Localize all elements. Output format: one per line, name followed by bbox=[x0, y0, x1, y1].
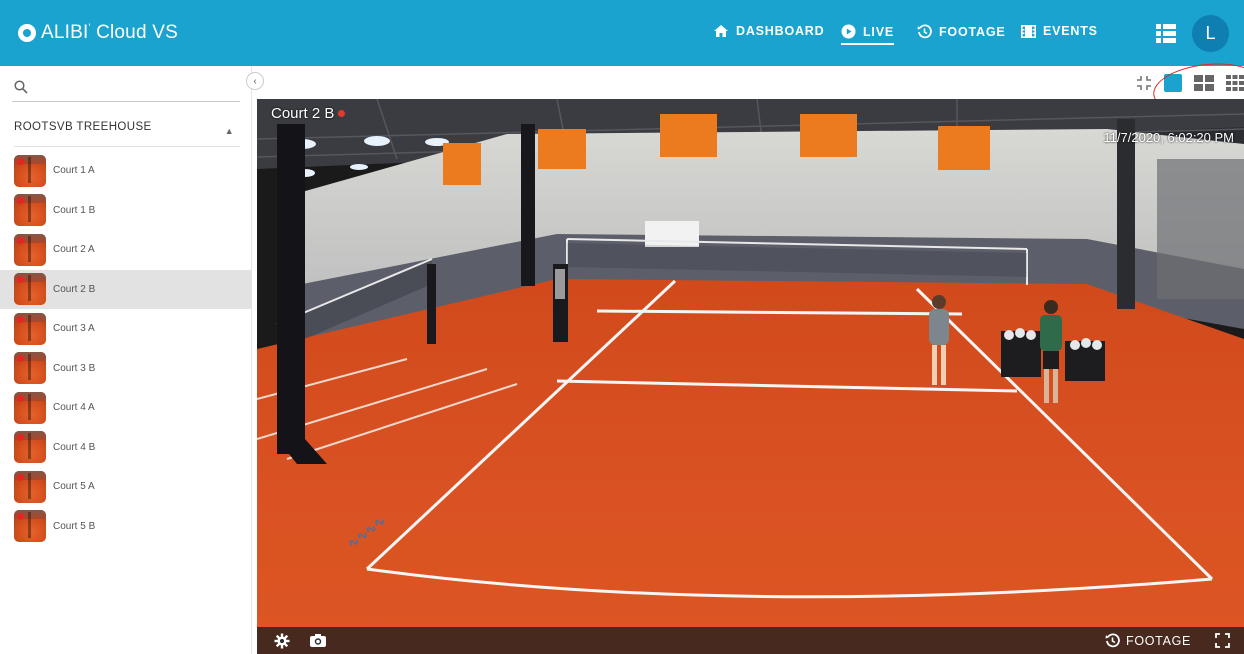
history-icon bbox=[1105, 633, 1120, 648]
camera-item-court-5b[interactable]: Court 5 B bbox=[0, 507, 252, 547]
user-avatar[interactable]: L bbox=[1192, 15, 1229, 52]
footage-button-label: FOOTAGE bbox=[1126, 633, 1192, 648]
camera-label: Court 3 A bbox=[53, 323, 95, 335]
camera-list: Court 1 A Court 1 B Court 2 A Court 2 B … bbox=[0, 151, 252, 546]
camera-thumbnail bbox=[14, 233, 46, 266]
play-circle-icon bbox=[841, 24, 856, 39]
settings-button[interactable] bbox=[274, 633, 290, 654]
camera-thumbnail bbox=[14, 431, 46, 464]
camera-item-court-1b[interactable]: Court 1 B bbox=[0, 191, 252, 231]
recording-dot-icon bbox=[17, 236, 24, 244]
search-icon bbox=[14, 80, 28, 94]
nav-dashboard-label: DASHBOARD bbox=[736, 24, 825, 38]
camera-thumbnail bbox=[14, 352, 46, 385]
video-timestamp: 11/7/2020, 6:02:20 PM bbox=[1103, 130, 1234, 145]
recording-dot-icon bbox=[17, 157, 24, 165]
camera-thumbnail bbox=[14, 273, 46, 306]
camera-item-court-1a[interactable]: Court 1 A bbox=[0, 151, 252, 191]
court-camera-feed: ∿∿∿∿ bbox=[257, 99, 1244, 654]
caret-up-icon: ▲ bbox=[224, 126, 234, 136]
camera-thumbnail bbox=[14, 154, 46, 187]
camera-label: Court 1 B bbox=[53, 204, 96, 216]
recording-dot-icon bbox=[17, 197, 24, 205]
fullscreen-button[interactable] bbox=[1215, 633, 1230, 653]
video-camera-title: Court 2 B bbox=[271, 105, 346, 122]
camera-sidebar: ROOTSVB TREEHOUSE ▲ Court 1 A Court 1 B … bbox=[0, 66, 252, 654]
camera-thumbnail bbox=[14, 391, 46, 424]
camera-title-text: Court 2 B bbox=[271, 105, 335, 122]
collapse-sidebar-button[interactable]: ‹ bbox=[246, 72, 264, 90]
history-icon bbox=[917, 24, 932, 39]
nav-live[interactable]: LIVE bbox=[841, 18, 894, 45]
camera-label: Court 4 A bbox=[53, 402, 95, 414]
nav-live-label: LIVE bbox=[863, 24, 894, 39]
exit-fullscreen-button[interactable] bbox=[1136, 75, 1152, 91]
camera-item-court-3b[interactable]: Court 3 B bbox=[0, 349, 252, 389]
search-box bbox=[12, 76, 240, 102]
camera-icon bbox=[310, 634, 326, 647]
nav-events-label: EVENTS bbox=[1043, 24, 1098, 38]
camera-thumbnail bbox=[14, 510, 46, 543]
camera-item-court-3a[interactable]: Court 3 A bbox=[0, 309, 252, 349]
nav-footage[interactable]: FOOTAGE bbox=[917, 24, 1005, 39]
nav-events[interactable]: EVENTS bbox=[1021, 24, 1098, 38]
chevron-left-icon: ‹ bbox=[253, 75, 257, 87]
snapshot-button[interactable] bbox=[309, 633, 327, 653]
camera-label: Court 5 A bbox=[53, 481, 95, 493]
camera-item-court-4b[interactable]: Court 4 B bbox=[0, 428, 252, 468]
gear-icon bbox=[274, 633, 290, 649]
recording-dot-icon bbox=[17, 315, 24, 323]
search-input[interactable] bbox=[34, 78, 234, 98]
video-control-bar: FOOTAGE bbox=[257, 627, 1244, 654]
recording-indicator-icon bbox=[338, 110, 346, 117]
nav-footage-label: FOOTAGE bbox=[939, 24, 1006, 39]
brand-logo[interactable]: ALIBI' Cloud VS bbox=[18, 22, 178, 44]
recording-dot-icon bbox=[17, 355, 24, 363]
camera-label: Court 4 B bbox=[53, 441, 96, 453]
top-bar: ALIBI' Cloud VS DASHBOARD LIVE FOOTAGE E… bbox=[0, 0, 1244, 66]
camera-group-name: ROOTSVB TREEHOUSE bbox=[14, 121, 152, 133]
recording-dot-icon bbox=[17, 394, 24, 402]
camera-item-court-2a[interactable]: Court 2 A bbox=[0, 230, 252, 270]
camera-label: Court 5 B bbox=[53, 520, 96, 532]
camera-thumbnail bbox=[14, 194, 46, 227]
compress-icon bbox=[1137, 76, 1151, 90]
camera-item-court-2b[interactable]: Court 2 B bbox=[0, 269, 252, 309]
brand-name: ALIBI' Cloud VS bbox=[41, 22, 178, 43]
nav-dashboard[interactable]: DASHBOARD bbox=[713, 24, 824, 38]
camera-item-court-4a[interactable]: Court 4 A bbox=[0, 388, 252, 428]
footage-button[interactable]: FOOTAGE bbox=[1105, 633, 1191, 648]
recording-dot-icon bbox=[17, 513, 24, 521]
recording-dot-icon bbox=[17, 276, 24, 284]
recording-dot-icon bbox=[17, 473, 24, 481]
recording-dot-icon bbox=[17, 434, 24, 442]
camera-item-court-5a[interactable]: Court 5 A bbox=[0, 467, 252, 507]
camera-thumbnail bbox=[14, 470, 46, 503]
camera-group-header[interactable]: ROOTSVB TREEHOUSE ▲ bbox=[14, 121, 240, 147]
logo-icon bbox=[18, 24, 36, 42]
list-grid-icon bbox=[1156, 24, 1176, 43]
camera-thumbnail bbox=[14, 312, 46, 345]
camera-label: Court 2 B bbox=[53, 283, 96, 295]
camera-label: Court 2 A bbox=[53, 244, 95, 256]
film-icon bbox=[1021, 24, 1036, 38]
camera-label: Court 1 A bbox=[53, 165, 95, 177]
home-icon bbox=[713, 24, 729, 38]
camera-label: Court 3 B bbox=[53, 362, 96, 374]
expand-icon bbox=[1215, 633, 1230, 648]
live-video-player[interactable]: ∿∿∿∿ Court 2 B 11/7/2020, 6:02:20 PM FOO… bbox=[257, 99, 1244, 654]
camera-list-toggle[interactable] bbox=[1156, 23, 1176, 48]
